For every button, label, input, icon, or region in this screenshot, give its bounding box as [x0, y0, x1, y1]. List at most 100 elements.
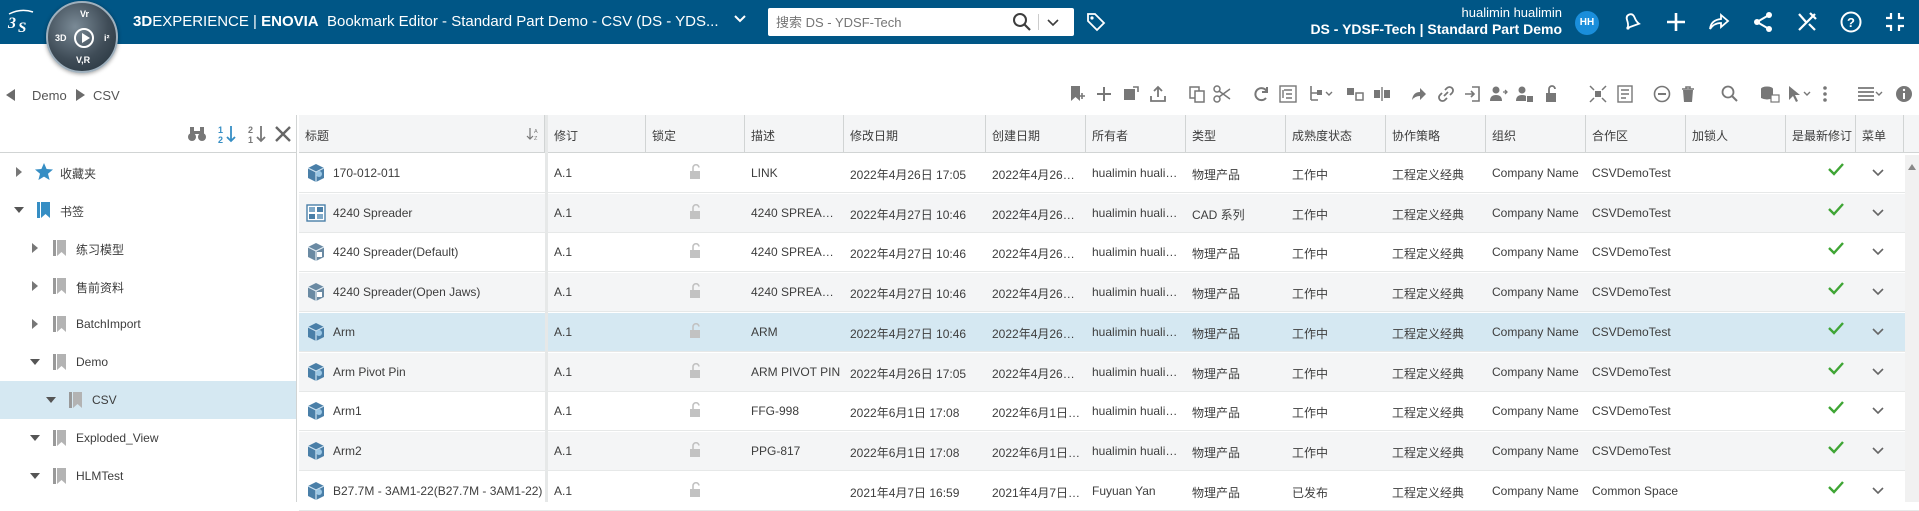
info-icon[interactable]: [1894, 84, 1914, 104]
list-view-icon[interactable]: [1856, 84, 1883, 104]
column-header-created[interactable]: 创建日期: [986, 115, 1086, 153]
upload-icon[interactable]: [1148, 84, 1168, 104]
refresh-icon[interactable]: [1251, 84, 1271, 104]
app-title[interactable]: 3DEXPERIENCE | ENOVIA Bookmark Editor - …: [133, 13, 719, 30]
chevron-down-icon[interactable]: [1871, 484, 1885, 498]
hierarchy-icon[interactable]: [1306, 84, 1333, 104]
table-row[interactable]: Arm Pivot Pin A.1 ARM PIVOT PIN 2022年4月26日 …: [299, 352, 1919, 392]
table-row[interactable]: 4240 Spreader A.1 4240 SPREA… 2022年4月27日 10…: [299, 193, 1919, 233]
column-header-latest[interactable]: 是最新修订: [1786, 115, 1856, 153]
user-name[interactable]: hualimin hualimin: [1450, 5, 1562, 20]
collapse-icon[interactable]: [1883, 10, 1907, 34]
save-view-icon[interactable]: [1758, 84, 1780, 104]
remove-icon[interactable]: [1652, 84, 1672, 104]
caret-right-icon[interactable]: [28, 317, 42, 331]
search-icon[interactable]: [1012, 12, 1032, 32]
title-column-divider[interactable]: [545, 115, 548, 502]
unlock-icon[interactable]: [689, 402, 703, 418]
unlock-icon[interactable]: [689, 362, 703, 379]
tree-item[interactable]: Demo: [0, 343, 296, 381]
select-cursor-icon[interactable]: [1786, 84, 1811, 104]
search-input[interactable]: [776, 12, 1006, 32]
close-icon[interactable]: [272, 123, 294, 145]
properties-icon[interactable]: [1615, 84, 1635, 104]
avatar[interactable]: HH: [1575, 11, 1599, 35]
caret-down-icon[interactable]: [44, 393, 58, 407]
table-row[interactable]: 170-012-011 A.1 LINK 2022年4月26日 17:05 2022年4…: [299, 154, 1919, 193]
breadcrumb-item-demo[interactable]: Demo: [32, 88, 67, 103]
breadcrumb-item-csv[interactable]: CSV: [93, 88, 120, 103]
copy-icon[interactable]: [1187, 84, 1207, 104]
column-header-locker[interactable]: 加锁人: [1686, 115, 1786, 153]
unlock-icon[interactable]: [1541, 84, 1561, 104]
chevron-down-icon[interactable]: [733, 12, 747, 29]
tree-item[interactable]: 书签: [0, 191, 296, 229]
column-header-title[interactable]: 标题 AZ: [299, 115, 545, 153]
user-transfer-icon[interactable]: [1488, 84, 1508, 104]
more-vertical-icon[interactable]: [1820, 84, 1840, 104]
bookmark-add-icon[interactable]: [1067, 84, 1087, 104]
unlock-icon[interactable]: [689, 243, 703, 259]
explode-icon[interactable]: [1588, 84, 1608, 104]
lock-user-icon[interactable]: [1514, 84, 1534, 104]
chevron-down-icon[interactable]: [1871, 166, 1885, 180]
compare-icon[interactable]: [1345, 84, 1365, 104]
cut-icon[interactable]: [1212, 84, 1232, 104]
binoculars-icon[interactable]: [186, 123, 208, 145]
column-header-menu[interactable]: 菜单: [1856, 115, 1904, 153]
back-arrow-icon[interactable]: [6, 89, 16, 101]
tenant-label[interactable]: DS - YDSF-Tech | Standard Part Demo: [1290, 21, 1562, 37]
column-header-type[interactable]: 类型: [1186, 115, 1286, 153]
column-header-owner[interactable]: 所有者: [1086, 115, 1186, 153]
compass-icon[interactable]: Vr 3D i² V,R: [46, 1, 118, 73]
chevron-down-icon[interactable]: [1871, 404, 1885, 418]
unlock-icon[interactable]: [689, 163, 703, 180]
chevron-down-icon[interactable]: [1871, 365, 1885, 379]
unlock-icon[interactable]: [689, 283, 703, 299]
unlock-icon[interactable]: [689, 203, 703, 220]
insert-existing-icon[interactable]: [1121, 84, 1141, 104]
table-row[interactable]: B27.7M - 3AM1-22(B27.7M - 3AM1-22) A.1 202…: [299, 472, 1919, 511]
help-icon[interactable]: ?: [1839, 10, 1863, 34]
structure-icon[interactable]: [1278, 84, 1298, 104]
forward-icon[interactable]: [1409, 84, 1429, 104]
cell-title[interactable]: Arm2: [299, 432, 545, 471]
unlock-icon[interactable]: [689, 481, 703, 498]
tree-item[interactable]: Exploded_View: [0, 419, 296, 457]
column-header-lock[interactable]: 锁定: [646, 115, 745, 153]
chevron-down-icon[interactable]: [1871, 285, 1885, 299]
table-row[interactable]: 4240 Spreader(Default) A.1 4240 SPREA… 2022…: [299, 233, 1919, 273]
notification-bell-icon[interactable]: [1620, 10, 1644, 34]
sort-icon[interactable]: AZ: [526, 127, 540, 142]
column-header-policy[interactable]: 协作策略: [1386, 115, 1486, 153]
tools-icon[interactable]: [1795, 10, 1819, 34]
column-header-collab-space[interactable]: 合作区: [1586, 115, 1686, 153]
share-network-icon[interactable]: [1751, 10, 1775, 34]
ds-logo-icon[interactable]: 3S: [6, 8, 36, 36]
tag-icon[interactable]: [1085, 11, 1107, 33]
delete-icon[interactable]: [1678, 84, 1698, 104]
table-row[interactable]: 4240 Spreader(Open Jaws) A.1 4240 SPREA… 20…: [299, 273, 1919, 313]
add-icon[interactable]: [1094, 84, 1114, 104]
scroll-up-icon[interactable]: [1908, 159, 1916, 170]
add-icon[interactable]: [1664, 10, 1688, 34]
table-row[interactable]: Arm1 A.1 FFG-998 2022年6月1日 17:08 2022年6月1日… h…: [299, 392, 1919, 432]
search-icon[interactable]: [1720, 84, 1740, 104]
cell-title[interactable]: 4240 Spreader: [299, 194, 545, 233]
caret-down-icon[interactable]: [28, 431, 42, 445]
caret-right-icon[interactable]: [28, 279, 42, 293]
table-row[interactable]: Arm2 A.1 PPG-817 2022年6月1日 17:08 2022年6月1日… h…: [299, 431, 1919, 471]
cell-title[interactable]: 4240 Spreader(Default): [299, 233, 545, 272]
login-icon[interactable]: [1462, 84, 1482, 104]
tree-item[interactable]: HLMTest: [0, 457, 296, 495]
cell-title[interactable]: 4240 Spreader(Open Jaws): [299, 273, 545, 312]
chevron-down-icon[interactable]: [1871, 206, 1885, 220]
caret-down-icon[interactable]: [12, 203, 26, 217]
tree-item[interactable]: 售前资料: [0, 267, 296, 305]
caret-right-icon[interactable]: [28, 241, 42, 255]
chevron-down-icon[interactable]: [1046, 12, 1064, 32]
cell-title[interactable]: Arm Pivot Pin: [299, 353, 545, 392]
tree-item[interactable]: BatchImport: [0, 305, 296, 343]
column-header-revision[interactable]: 修订: [548, 115, 646, 153]
split-icon[interactable]: [1372, 84, 1392, 104]
